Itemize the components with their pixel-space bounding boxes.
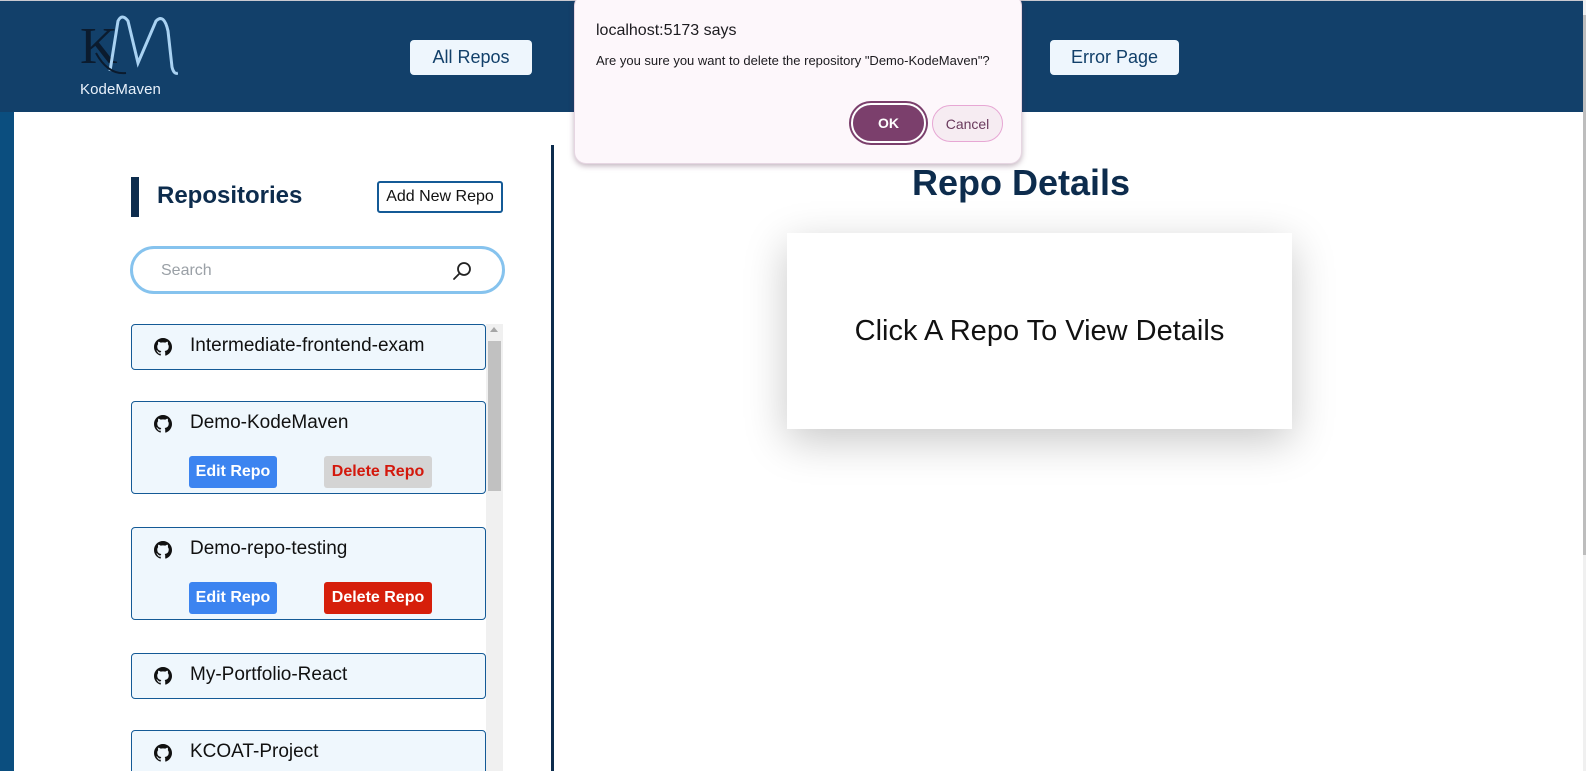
repo-name: KCOAT-Project — [190, 741, 319, 762]
nav-all-repos-button[interactable]: All Repos — [410, 40, 532, 75]
dialog-cancel-button[interactable]: Cancel — [932, 105, 1003, 142]
search-icon[interactable] — [451, 260, 473, 282]
github-icon — [154, 338, 172, 356]
page: K KodeMaven All Repos Error Page Reposit… — [0, 0, 1586, 771]
repo-list: Intermediate-frontend-exam Demo-KodeMave… — [131, 324, 504, 771]
svg-text:K: K — [80, 18, 118, 75]
scrollbar-thumb[interactable] — [488, 341, 501, 491]
left-accent-strip — [0, 112, 14, 771]
repo-item[interactable]: KCOAT-Project — [131, 730, 486, 771]
edit-repo-button[interactable]: Edit Repo — [189, 456, 277, 488]
repo-item[interactable]: Intermediate-frontend-exam — [131, 324, 486, 370]
repo-item[interactable]: My-Portfolio-React — [131, 653, 486, 699]
delete-repo-button[interactable]: Delete Repo — [324, 456, 432, 488]
title-accent-bar — [131, 177, 139, 217]
github-icon — [154, 667, 172, 685]
search-input[interactable] — [161, 259, 441, 283]
repo-item[interactable]: Demo-KodeMaven Edit Repo Delete Repo — [131, 401, 486, 494]
search-box — [130, 246, 505, 294]
km-logo-icon: K — [80, 15, 178, 75]
edit-repo-button[interactable]: Edit Repo — [189, 582, 277, 614]
dialog-message: Are you sure you want to delete the repo… — [596, 53, 990, 68]
logo-text: KodeMaven — [80, 81, 161, 98]
repo-name: Demo-repo-testing — [190, 538, 348, 559]
add-new-repo-button[interactable]: Add New Repo — [377, 181, 503, 213]
github-icon — [154, 415, 172, 433]
delete-repo-button[interactable]: Delete Repo — [324, 582, 432, 614]
github-icon — [154, 541, 172, 559]
dialog-title: localhost:5173 says — [596, 22, 737, 39]
repo-details-title: Repo Details — [911, 162, 1131, 203]
confirm-dialog: localhost:5173 says Are you sure you wan… — [574, 0, 1022, 164]
nav-error-page-button[interactable]: Error Page — [1050, 40, 1179, 75]
repo-list-scrollbar[interactable] — [486, 324, 503, 771]
github-icon — [154, 744, 172, 762]
repos-title: Repositories — [157, 182, 303, 209]
panel-divider — [551, 145, 554, 771]
repo-name: Intermediate-frontend-exam — [190, 335, 425, 356]
scroll-up-arrow-icon[interactable] — [490, 327, 498, 332]
logo[interactable]: K KodeMaven — [78, 11, 178, 101]
repo-name: My-Portfolio-React — [190, 664, 348, 685]
repo-details-card: Click A Repo To View Details — [787, 233, 1292, 429]
repo-item[interactable]: Demo-repo-testing Edit Repo Delete Repo — [131, 527, 486, 620]
dialog-ok-button[interactable]: OK — [851, 103, 926, 143]
repo-details-placeholder: Click A Repo To View Details — [854, 314, 1225, 347]
repo-name: Demo-KodeMaven — [190, 412, 349, 433]
